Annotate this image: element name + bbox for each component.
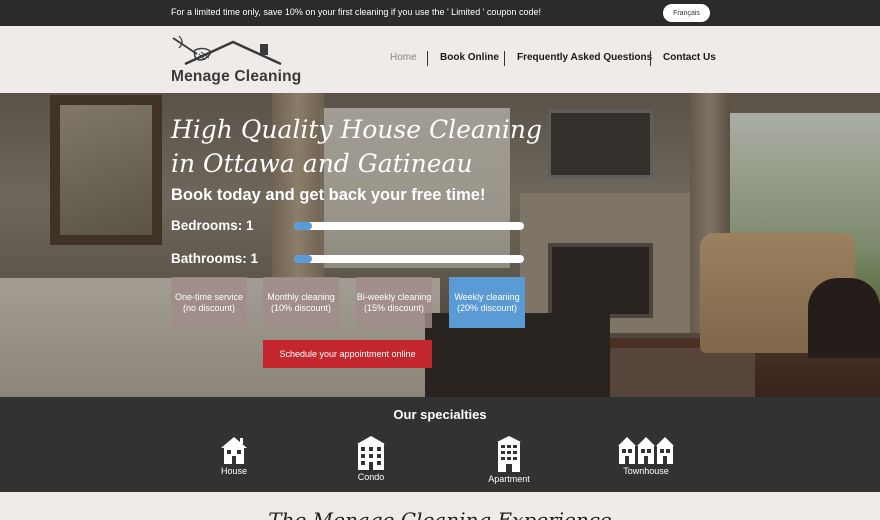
experience-title: The Menage Cleaning Experience	[268, 508, 612, 520]
specialty-house[interactable]: House	[194, 435, 274, 476]
specialties-section: Our specialties House Condo Apartment To…	[0, 397, 880, 492]
specialty-townhouse[interactable]: Townhouse	[606, 435, 686, 476]
language-button[interactable]: Français	[663, 4, 710, 22]
option-label: One-time service	[174, 291, 244, 302]
specialty-label: Apartment	[488, 474, 530, 484]
apartment-icon	[497, 436, 521, 472]
specialty-label: Townhouse	[623, 466, 669, 476]
house-icon	[221, 437, 247, 464]
specialty-label: Condo	[357, 472, 385, 482]
option-discount: (15% discount)	[363, 302, 425, 313]
bathrooms-slider-handle[interactable]	[294, 255, 312, 263]
experience-section: The Menage Cleaning Experience	[0, 492, 880, 520]
option-weekly[interactable]: Weekly cleaning (20% discount)	[449, 277, 525, 328]
nav-contact-us[interactable]: Contact Us	[663, 52, 716, 63]
nav-home[interactable]: Home	[390, 52, 417, 63]
nav-divider	[427, 51, 428, 66]
promo-text: For a limited time only, save 10% on you…	[171, 7, 541, 17]
option-monthly[interactable]: Monthly cleaning (10% discount)	[263, 277, 339, 328]
option-discount: (10% discount)	[270, 302, 332, 313]
nav-faq[interactable]: Frequently Asked Questions	[517, 52, 652, 63]
schedule-appointment-button[interactable]: Schedule your appointment online	[263, 340, 432, 368]
specialty-condo[interactable]: Condo	[331, 435, 411, 482]
hero-section: High Quality House Cleaning in Ottawa an…	[0, 93, 880, 397]
townhouse-icon	[618, 437, 674, 464]
hero-title-line-2: in Ottawa and Gatineau	[171, 149, 473, 178]
option-bi-weekly[interactable]: Bi-weekly cleaning (15% discount)	[356, 277, 432, 328]
house-broom-icon	[172, 35, 282, 66]
bedrooms-slider[interactable]	[294, 222, 524, 230]
logo-text: Menage Cleaning	[171, 68, 302, 85]
option-label: Monthly cleaning	[267, 291, 335, 302]
bathrooms-label: Bathrooms: 1	[171, 251, 259, 266]
promo-bar: For a limited time only, save 10% on you…	[0, 0, 880, 26]
bedrooms-label: Bedrooms: 1	[171, 218, 254, 233]
specialty-label: House	[220, 466, 247, 476]
nav-divider	[504, 51, 505, 66]
bathrooms-slider[interactable]	[294, 255, 524, 263]
bedrooms-slider-handle[interactable]	[294, 222, 312, 230]
option-label: Bi-weekly cleaning	[356, 291, 432, 302]
specialty-apartment[interactable]: Apartment	[469, 435, 549, 484]
option-one-time[interactable]: One-time service (no discount)	[171, 277, 247, 328]
logo[interactable]: Menage Cleaning	[171, 34, 301, 88]
hero-subtitle: Book today and get back your free time!	[171, 186, 486, 204]
nav-book-online[interactable]: Book Online	[440, 52, 499, 63]
specialties-title: Our specialties	[393, 407, 487, 422]
option-label: Weekly cleaning	[454, 291, 520, 302]
option-discount: (20% discount)	[456, 302, 518, 313]
hero-title: High Quality House Cleaning in Ottawa an…	[171, 113, 542, 181]
option-discount: (no discount)	[182, 302, 236, 313]
site-header: Menage Cleaning Home Book Online Frequen…	[0, 26, 880, 93]
condo-icon	[357, 436, 385, 470]
hero-title-line-1: High Quality House Cleaning	[171, 115, 543, 144]
nav-divider	[650, 51, 651, 66]
